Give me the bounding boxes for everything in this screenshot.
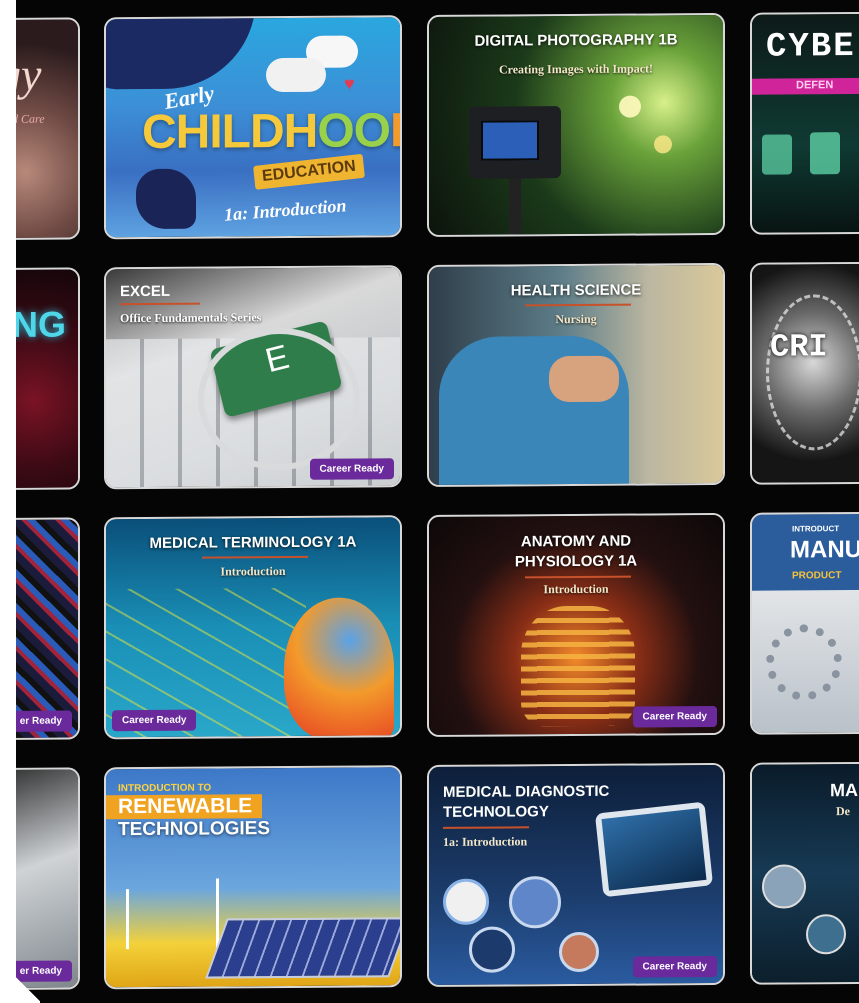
course-card-digital-photography-1b[interactable]: DIGITAL PHOTOGRAPHY 1B Creating Images w…: [427, 12, 725, 238]
course-subtitle: d Care: [12, 111, 45, 126]
gear-icon: [766, 624, 842, 701]
swing-child-silhouette: [136, 168, 196, 230]
course-title: MEDICAL DIAGNOSTIC TECHNOLOGY: [443, 782, 610, 821]
head-silhouette: [284, 597, 394, 740]
course-title: NG: [12, 303, 66, 345]
course-card-partial-right-3[interactable]: INTRODUCT MANU PRODUCT: [750, 511, 859, 735]
fingerprint-icon: [766, 293, 859, 451]
course-card-medical-terminology-1a[interactable]: MEDICAL TERMINOLOGY 1A Introduction Care…: [104, 515, 402, 740]
course-card-health-science[interactable]: HEALTH SCIENCE Nursing: [427, 262, 725, 488]
childhood-title: CHILDHOOD: [142, 104, 402, 160]
heart-icon: ♥: [344, 73, 355, 94]
course-title: HEALTH SCIENCE: [510, 281, 642, 300]
course-subtitle: Office Fundamentals Series: [120, 310, 262, 326]
course-card-excel[interactable]: E EXCEL Office Fundamentals Series Caree…: [104, 265, 402, 490]
handshake: [549, 355, 619, 403]
course-title: EXCEL: [120, 282, 171, 301]
diagnostic-bubble: [509, 876, 561, 929]
career-ready-badge: er Ready: [9, 710, 72, 732]
course-card-medical-diagnostic-technology[interactable]: MEDICAL DIAGNOSTIC TECHNOLOGY 1a: Introd…: [427, 762, 725, 988]
course-title: DIGITAL PHOTOGRAPHY 1B: [474, 31, 678, 50]
career-ready-badge: Career Ready: [632, 705, 717, 728]
course-subtitle: DEFEN: [796, 79, 834, 92]
course-title: MEDICAL TERMINOLOGY 1A: [149, 533, 357, 552]
tablet-device: [594, 801, 714, 898]
tripod: [509, 178, 521, 238]
career-ready-badge: Career Ready: [112, 709, 197, 732]
diagnostic-bubble: [559, 931, 599, 973]
padlock-icon: [810, 132, 840, 175]
ribcage: [521, 605, 635, 727]
camera-screen: [481, 120, 539, 161]
course-subtitle: Creating Images with Impact!: [498, 61, 654, 77]
course-gallery: gy d Care ♥ Early CHILDHOOD EDUCATION 1a…: [0, 0, 859, 1003]
course-title: MA: [830, 780, 858, 801]
diagnostic-bubble: [469, 926, 515, 973]
solar-panel: [205, 917, 402, 979]
course-card-partial-right-1[interactable]: CYBE DEFEN: [750, 11, 859, 235]
bokeh-lights: [619, 95, 641, 118]
diagnostic-bubble: [443, 878, 489, 925]
course-title-line1: RENEWABLE: [106, 794, 263, 820]
course-title: MANU: [790, 535, 859, 564]
bottom-left-corner-mask: [0, 960, 40, 1003]
course-subtitle: Introduction: [543, 581, 609, 597]
magnifier-lens: [198, 327, 360, 471]
bokeh-lights: [654, 135, 672, 154]
course-title: CRI: [770, 328, 828, 366]
course-subtitle: PRODUCT: [792, 570, 842, 582]
course-subtitle: 1a: Introduction: [443, 834, 528, 849]
wind-turbine: [126, 889, 129, 950]
diagnostic-bubble: [806, 914, 846, 955]
career-ready-badge: Career Ready: [632, 955, 717, 978]
diagnostic-bubble: [762, 864, 806, 909]
career-ready-badge: Career Ready: [309, 458, 394, 480]
course-title: ANATOMY AND PHYSIOLOGY 1A: [514, 532, 638, 571]
course-card-anatomy-physiology-1a[interactable]: ANATOMY AND PHYSIOLOGY 1A Introduction C…: [427, 512, 725, 738]
course-card-partial-right-4[interactable]: MA De: [750, 761, 859, 985]
left-edge-mask: [0, 0, 16, 1003]
course-subtitle: Nursing: [555, 311, 597, 327]
tablet-screen: [601, 808, 707, 891]
course-subtitle: Introduction: [220, 564, 286, 579]
padlock-icon: [762, 134, 792, 175]
cloud-shape: [266, 57, 326, 93]
course-subtitle: De: [836, 804, 850, 819]
course-card-renewable-technologies[interactable]: INTRODUCTION TO RENEWABLE TECHNOLOGIES: [104, 765, 402, 990]
course-pretitle: INTRODUCTION TO: [118, 782, 212, 795]
course-title-line2: TECHNOLOGIES: [118, 818, 271, 841]
course-title: CYBE: [766, 28, 856, 67]
course-card-early-childhood-education[interactable]: ♥ Early CHILDHOOD EDUCATION 1a: Introduc…: [104, 15, 402, 240]
course-card-partial-right-2[interactable]: CRI: [750, 261, 859, 485]
course-pretitle: INTRODUCT: [792, 524, 840, 534]
